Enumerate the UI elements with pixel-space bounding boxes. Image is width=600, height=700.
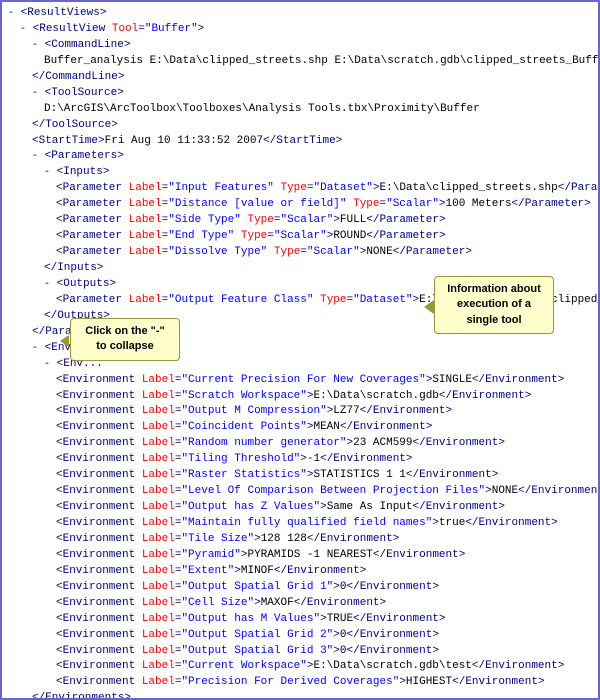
- param-input-features: <Parameter Label="Input Features" Type="…: [8, 181, 600, 197]
- collapse-icon-2[interactable]: -: [20, 24, 26, 35]
- collapse-icon-5[interactable]: -: [32, 151, 38, 162]
- collapse-icon-4[interactable]: -: [32, 88, 38, 99]
- line-inputs-open: - <Inputs>: [8, 165, 600, 181]
- env-output-sg1: <Environment Label="Output Spatial Grid …: [8, 580, 600, 596]
- collapse-icon-1[interactable]: -: [8, 8, 14, 19]
- line-toolsource-close: </ToolSource>: [8, 118, 600, 134]
- env-scratch-workspace: <Environment Label="Scratch Workspace">E…: [8, 389, 600, 405]
- env-current-workspace: <Environment Label="Current Workspace">E…: [8, 659, 600, 675]
- collapse-icon-3[interactable]: -: [32, 40, 38, 51]
- line-cmdline-open: - <CommandLine>: [8, 38, 600, 54]
- env-raster-stats: <Environment Label="Raster Statistics">S…: [8, 468, 600, 484]
- param-distance: <Parameter Label="Distance [value or fie…: [8, 197, 600, 213]
- line-2: - <ResultView Tool="Buffer">: [8, 22, 600, 38]
- env-output-sg3: <Environment Label="Output Spatial Grid …: [8, 644, 600, 660]
- line-inputs-close: </Inputs>: [8, 261, 600, 277]
- env-precision-derived: <Environment Label="Precision For Derive…: [8, 675, 600, 691]
- env-random-num: <Environment Label="Random number genera…: [8, 436, 600, 452]
- info-callout-text: Information about execution of a single …: [447, 283, 541, 326]
- line-toolsource-open: - <ToolSource>: [8, 86, 600, 102]
- line-cmdline-close: </CommandLine>: [8, 70, 600, 86]
- line-env-close: </Environments>: [8, 691, 600, 700]
- env-tiling-threshold: <Environment Label="Tiling Threshold">-1…: [8, 452, 600, 468]
- env-precision-new-cov: <Environment Label="Current Precision Fo…: [8, 373, 600, 389]
- line-1: - <ResultViews>: [8, 6, 600, 22]
- line-params-open: - <Parameters>: [8, 149, 600, 165]
- env-output-m-compression: <Environment Label="Output M Compression…: [8, 404, 600, 420]
- click-callout-text: Click on the "-" to collapse: [85, 325, 165, 352]
- info-callout-arrow: [424, 300, 434, 314]
- param-side-type: <Parameter Label="Side Type" Type="Scala…: [8, 213, 600, 229]
- env-output-z-vals: <Environment Label="Output has Z Values"…: [8, 500, 600, 516]
- env-output-sg2: <Environment Label="Output Spatial Grid …: [8, 628, 600, 644]
- click-callout: Click on the "-" to collapse: [70, 318, 180, 361]
- tag-result-views-open: <ResultViews>: [21, 7, 107, 19]
- line-toolsource-content: D:\ArcGIS\ArcToolbox\Toolboxes\Analysis …: [8, 102, 600, 118]
- env-cell-size: <Environment Label="Cell Size">MAXOF</En…: [8, 596, 600, 612]
- click-callout-arrow: [60, 335, 69, 347]
- env-fully-qualified: <Environment Label="Maintain fully quali…: [8, 516, 600, 532]
- collapse-icon-8[interactable]: -: [32, 343, 38, 354]
- param-end-type: <Parameter Label="End Type" Type="Scalar…: [8, 229, 600, 245]
- param-dissolve-type: <Parameter Label="Dissolve Type" Type="S…: [8, 245, 600, 261]
- line-cmdline-content: Buffer_analysis E:\Data\clipped_streets.…: [8, 54, 600, 70]
- env-coincident-points: <Environment Label="Coincident Points">M…: [8, 420, 600, 436]
- env-level-comparison: <Environment Label="Level Of Comparison …: [8, 484, 600, 500]
- collapse-icon-6[interactable]: -: [44, 167, 50, 178]
- collapse-icon-9[interactable]: -: [44, 359, 50, 370]
- env-pyramid: <Environment Label="Pyramid">PYRAMIDS -1…: [8, 548, 600, 564]
- line-starttime: <StartTime>Fri Aug 10 11:33:52 2007</Sta…: [8, 134, 600, 150]
- collapse-icon-7[interactable]: -: [44, 279, 50, 290]
- result-views-panel[interactable]: - <ResultViews> - <ResultView Tool="Buff…: [0, 0, 600, 700]
- env-tile-size: <Environment Label="Tile Size">128 128</…: [8, 532, 600, 548]
- env-output-m-vals: <Environment Label="Output has M Values"…: [8, 612, 600, 628]
- info-callout: Information about execution of a single …: [434, 276, 554, 334]
- env-extent: <Environment Label="Extent">MINOF</Envir…: [8, 564, 600, 580]
- tag-resultview-open: <ResultView: [33, 23, 112, 35]
